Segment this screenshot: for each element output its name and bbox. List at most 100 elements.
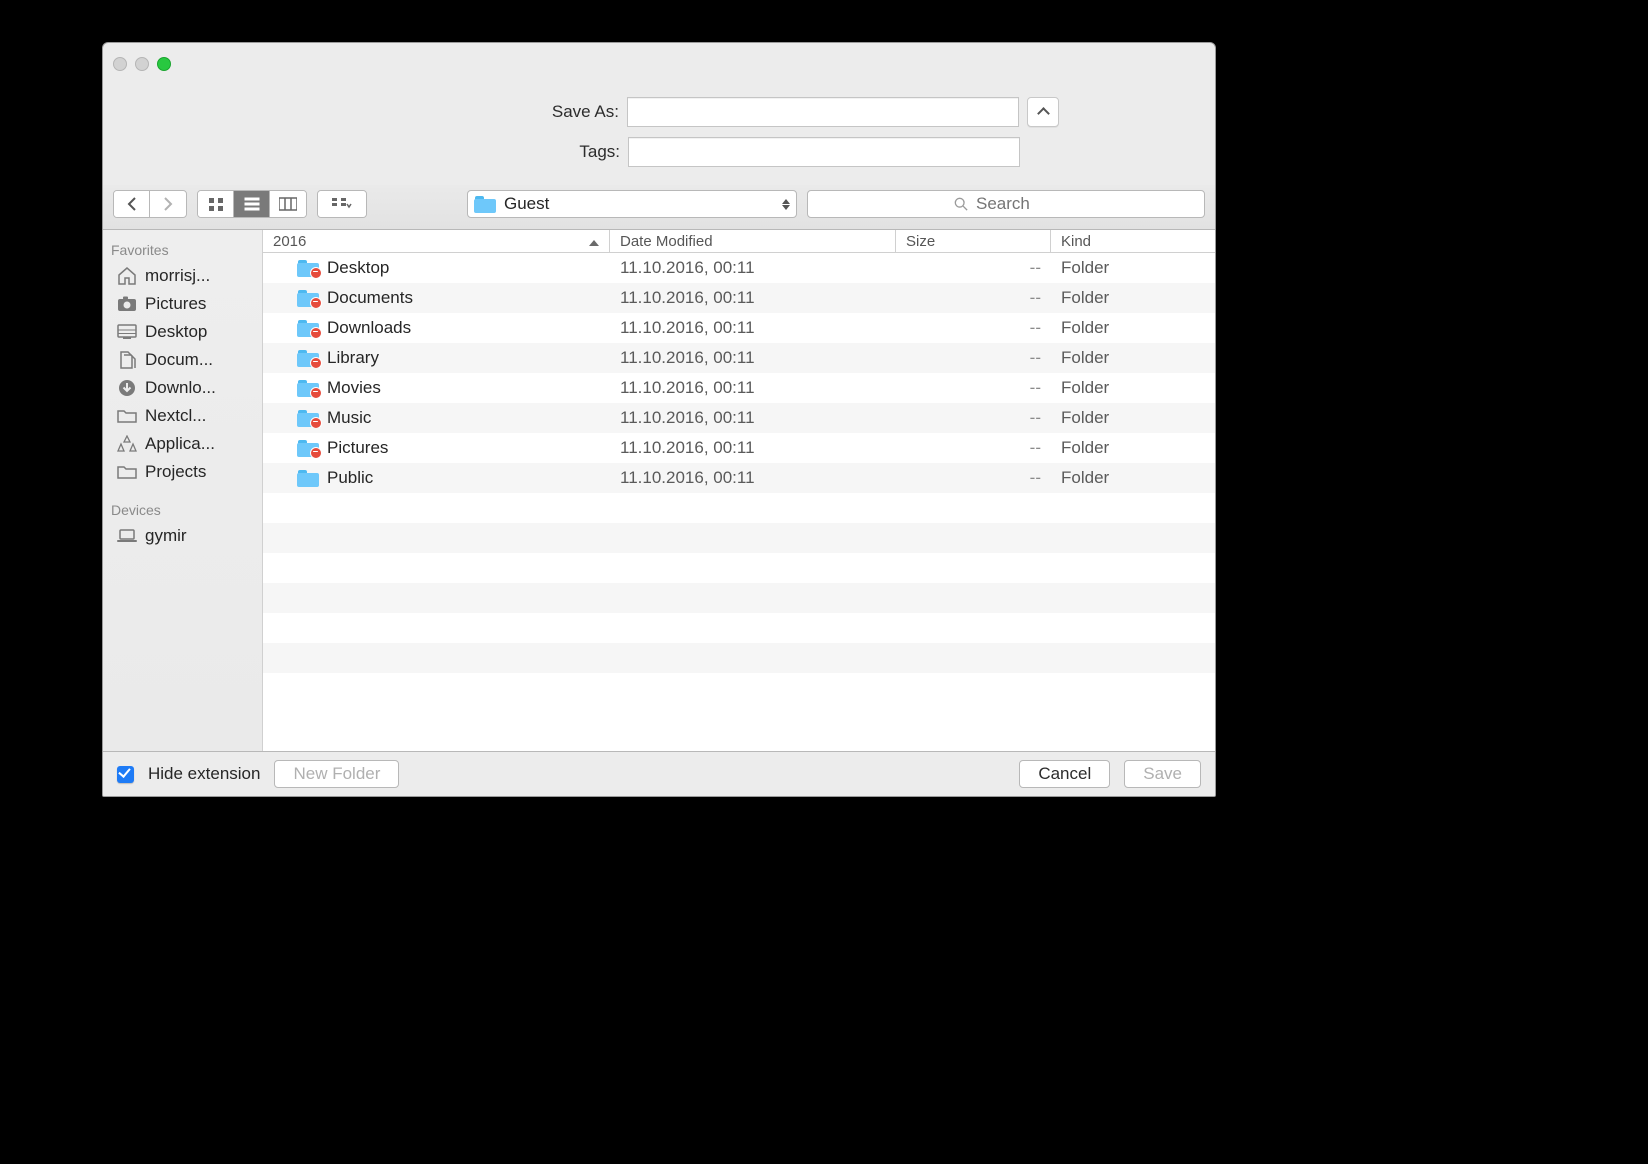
new-folder-button[interactable]: New Folder bbox=[274, 760, 399, 788]
column-view-button[interactable] bbox=[270, 191, 306, 217]
sidebar-item-favorite[interactable]: Nextcl... bbox=[103, 402, 262, 430]
empty-row bbox=[263, 673, 1215, 703]
file-name: Movies bbox=[327, 378, 381, 398]
sidebar-item-favorite[interactable]: Downlo... bbox=[103, 374, 262, 402]
empty-row bbox=[263, 553, 1215, 583]
save-as-input[interactable] bbox=[627, 97, 1019, 127]
location-popup[interactable]: Guest bbox=[467, 190, 797, 218]
sidebar-item-favorite[interactable]: morrisj... bbox=[103, 262, 262, 290]
file-size: -- bbox=[896, 258, 1051, 278]
sidebar-item-device[interactable]: gymir bbox=[103, 522, 262, 550]
download-icon bbox=[117, 379, 137, 397]
file-name: Library bbox=[327, 348, 379, 368]
file-date: 11.10.2016, 00:11 bbox=[610, 318, 896, 338]
file-kind: Folder bbox=[1051, 438, 1215, 458]
minimize-window-button[interactable] bbox=[135, 57, 149, 71]
sidebar-item-label: Docum... bbox=[145, 350, 213, 370]
file-row[interactable]: Music 11.10.2016, 00:11 -- Folder bbox=[263, 403, 1215, 433]
sort-ascending-icon bbox=[589, 233, 599, 250]
folder-icon bbox=[297, 260, 319, 277]
file-name: Desktop bbox=[327, 258, 389, 278]
chevron-up-icon bbox=[1039, 106, 1048, 118]
empty-row bbox=[263, 613, 1215, 643]
file-name: Public bbox=[327, 468, 373, 488]
hide-extension-checkbox[interactable] bbox=[117, 766, 134, 783]
folder-icon bbox=[474, 196, 496, 213]
file-name: Documents bbox=[327, 288, 413, 308]
folder-icon bbox=[297, 410, 319, 427]
file-kind: Folder bbox=[1051, 288, 1215, 308]
search-icon bbox=[954, 197, 968, 211]
empty-row bbox=[263, 523, 1215, 553]
file-kind: Folder bbox=[1051, 408, 1215, 428]
file-row[interactable]: Movies 11.10.2016, 00:11 -- Folder bbox=[263, 373, 1215, 403]
empty-row bbox=[263, 583, 1215, 613]
file-row[interactable]: Documents 11.10.2016, 00:11 -- Folder bbox=[263, 283, 1215, 313]
column-header-size[interactable]: Size bbox=[896, 230, 1051, 252]
search-field[interactable] bbox=[807, 190, 1205, 218]
column-header-name[interactable]: 2016 bbox=[263, 230, 610, 252]
empty-row bbox=[263, 493, 1215, 523]
sidebar-item-favorite[interactable]: Projects bbox=[103, 458, 262, 486]
columns-icon bbox=[279, 197, 297, 211]
file-size: -- bbox=[896, 318, 1051, 338]
coverflow-icon bbox=[331, 197, 353, 211]
group-by-button[interactable] bbox=[318, 191, 366, 217]
file-row[interactable]: Library 11.10.2016, 00:11 -- Folder bbox=[263, 343, 1215, 373]
stepper-icon bbox=[782, 199, 790, 210]
browser-body: Favorites morrisj... Pictures Desktop Do… bbox=[103, 230, 1215, 751]
icon-view-button[interactable] bbox=[198, 191, 234, 217]
collapse-toggle-button[interactable] bbox=[1027, 97, 1059, 127]
save-button[interactable]: Save bbox=[1124, 760, 1201, 788]
sidebar-item-favorite[interactable]: Desktop bbox=[103, 318, 262, 346]
file-kind: Folder bbox=[1051, 468, 1215, 488]
save-dialog: Save As: Tags: bbox=[102, 42, 1216, 797]
sidebar-item-favorite[interactable]: Docum... bbox=[103, 346, 262, 374]
camera-icon bbox=[117, 295, 137, 313]
location-name: Guest bbox=[504, 194, 549, 214]
empty-row bbox=[263, 643, 1215, 673]
file-size: -- bbox=[896, 438, 1051, 458]
file-date: 11.10.2016, 00:11 bbox=[610, 258, 896, 278]
list-view-button[interactable] bbox=[234, 191, 270, 217]
sidebar-heading-devices: Devices bbox=[103, 496, 262, 522]
footer: Hide extension New Folder Cancel Save bbox=[103, 751, 1215, 796]
sidebar-item-favorite[interactable]: Pictures bbox=[103, 290, 262, 318]
chevron-left-icon bbox=[126, 197, 138, 211]
sidebar-heading-favorites: Favorites bbox=[103, 236, 262, 262]
file-size: -- bbox=[896, 408, 1051, 428]
save-form: Save As: Tags: bbox=[103, 71, 1215, 185]
file-row[interactable]: Downloads 11.10.2016, 00:11 -- Folder bbox=[263, 313, 1215, 343]
view-mode-buttons bbox=[197, 190, 307, 218]
file-size: -- bbox=[896, 348, 1051, 368]
file-kind: Folder bbox=[1051, 318, 1215, 338]
file-date: 11.10.2016, 00:11 bbox=[610, 408, 896, 428]
docs-icon bbox=[117, 351, 137, 369]
chevron-right-icon bbox=[162, 197, 174, 211]
file-row[interactable]: Public 11.10.2016, 00:11 -- Folder bbox=[263, 463, 1215, 493]
column-header-kind[interactable]: Kind bbox=[1051, 230, 1215, 252]
column-header-date[interactable]: Date Modified bbox=[610, 230, 896, 252]
file-size: -- bbox=[896, 288, 1051, 308]
tags-input[interactable] bbox=[628, 137, 1020, 167]
file-name: Pictures bbox=[327, 438, 388, 458]
file-date: 11.10.2016, 00:11 bbox=[610, 438, 896, 458]
close-window-button[interactable] bbox=[113, 57, 127, 71]
forward-button[interactable] bbox=[150, 191, 186, 217]
file-kind: Folder bbox=[1051, 348, 1215, 368]
file-list: Desktop 11.10.2016, 00:11 -- Folder Docu… bbox=[263, 253, 1215, 751]
file-size: -- bbox=[896, 468, 1051, 488]
cancel-button[interactable]: Cancel bbox=[1019, 760, 1110, 788]
desktop-icon bbox=[117, 323, 137, 341]
titlebar bbox=[103, 43, 1215, 71]
file-row[interactable]: Pictures 11.10.2016, 00:11 -- Folder bbox=[263, 433, 1215, 463]
sidebar-item-label: Projects bbox=[145, 462, 206, 482]
file-row[interactable]: Desktop 11.10.2016, 00:11 -- Folder bbox=[263, 253, 1215, 283]
nav-buttons bbox=[113, 190, 187, 218]
zoom-window-button[interactable] bbox=[157, 57, 171, 71]
back-button[interactable] bbox=[114, 191, 150, 217]
sidebar-item-label: Desktop bbox=[145, 322, 207, 342]
sidebar-item-favorite[interactable]: Applica... bbox=[103, 430, 262, 458]
search-input[interactable] bbox=[974, 193, 1058, 215]
file-size: -- bbox=[896, 378, 1051, 398]
